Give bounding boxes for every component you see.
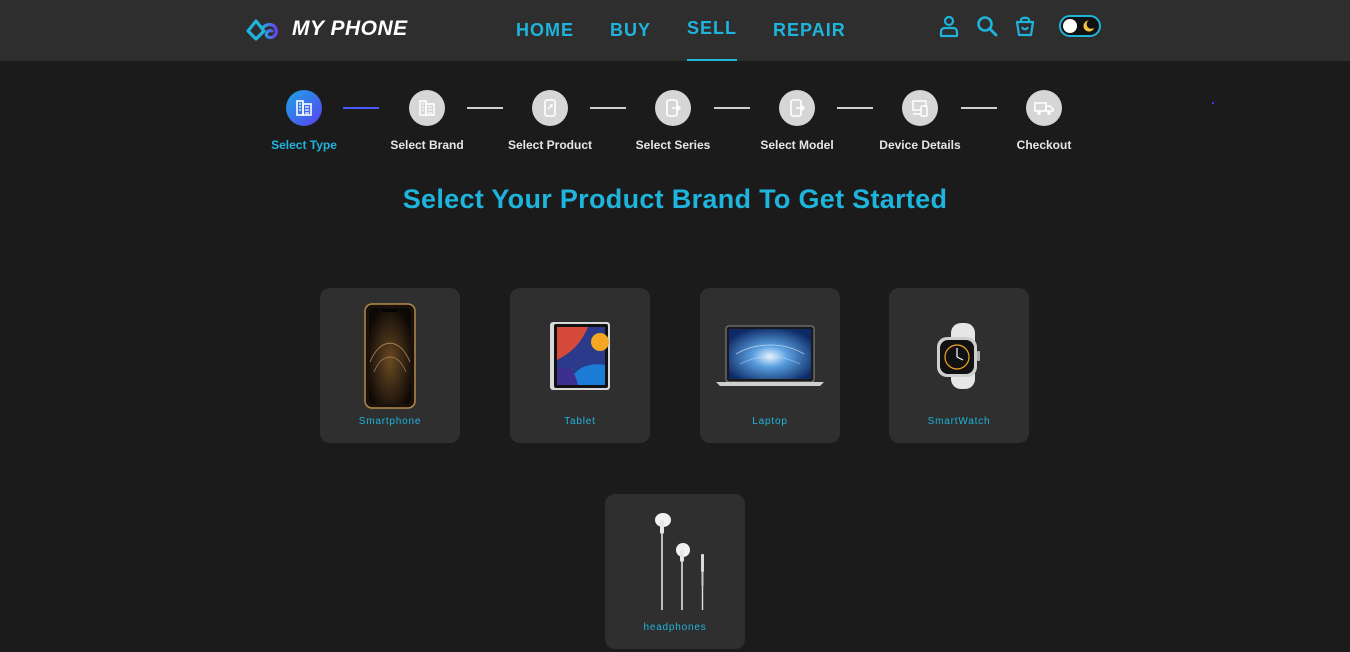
phone-exit-icon xyxy=(790,99,806,117)
earphones-image xyxy=(605,506,745,618)
grid-icon xyxy=(419,100,435,116)
product-label: headphones xyxy=(643,622,707,633)
step-circle xyxy=(409,90,445,126)
step-label: Select Model xyxy=(760,138,834,152)
step-label: Checkout xyxy=(1016,138,1072,152)
step-select-series[interactable]: Select Series xyxy=(613,90,733,152)
devices-icon xyxy=(912,100,928,117)
phone-exit-icon xyxy=(666,99,682,117)
step-select-product[interactable]: Select Product xyxy=(490,90,610,152)
page-heading: Select Your Product Brand To Get Started xyxy=(402,184,948,214)
product-label: Laptop xyxy=(752,416,788,427)
step-circle xyxy=(655,90,691,126)
step-label: Select Brand xyxy=(390,138,464,152)
product-label: SmartWatch xyxy=(927,416,991,427)
progress-stepper: Select Type Select Brand Select Product xyxy=(0,0,1350,170)
laptop-image xyxy=(700,300,840,412)
product-card-smartwatch[interactable]: SmartWatch xyxy=(889,288,1029,443)
step-circle xyxy=(532,90,568,126)
step-circle xyxy=(1026,90,1062,126)
product-card-laptop[interactable]: Laptop xyxy=(700,288,840,443)
product-card-headphones[interactable]: headphones xyxy=(605,494,745,649)
step-select-model[interactable]: Select Model xyxy=(737,90,857,152)
smartphone-image xyxy=(320,300,460,412)
step-circle xyxy=(902,90,938,126)
phone-icon xyxy=(544,99,556,117)
step-circle xyxy=(286,90,322,126)
product-label: Smartphone xyxy=(358,416,422,427)
grid-icon xyxy=(296,100,312,116)
product-label: Tablet xyxy=(564,416,596,427)
step-circle xyxy=(779,90,815,126)
step-label: Select Product xyxy=(507,138,593,152)
step-select-brand[interactable]: Select Brand xyxy=(367,90,487,152)
product-card-smartphone[interactable]: Smartphone xyxy=(320,288,460,443)
step-label: Device Details xyxy=(879,138,961,152)
decorative-dot xyxy=(1212,102,1214,104)
smartwatch-image xyxy=(889,300,1029,412)
step-label: Select Series xyxy=(635,138,711,152)
step-device-details[interactable]: Device Details xyxy=(860,90,980,152)
product-card-tablet[interactable]: Tablet xyxy=(510,288,650,443)
step-label: Select Type xyxy=(271,138,337,152)
step-checkout[interactable]: Checkout xyxy=(984,90,1104,152)
truck-icon xyxy=(1034,102,1054,115)
tablet-image xyxy=(510,300,650,412)
step-select-type[interactable]: Select Type xyxy=(244,90,364,152)
